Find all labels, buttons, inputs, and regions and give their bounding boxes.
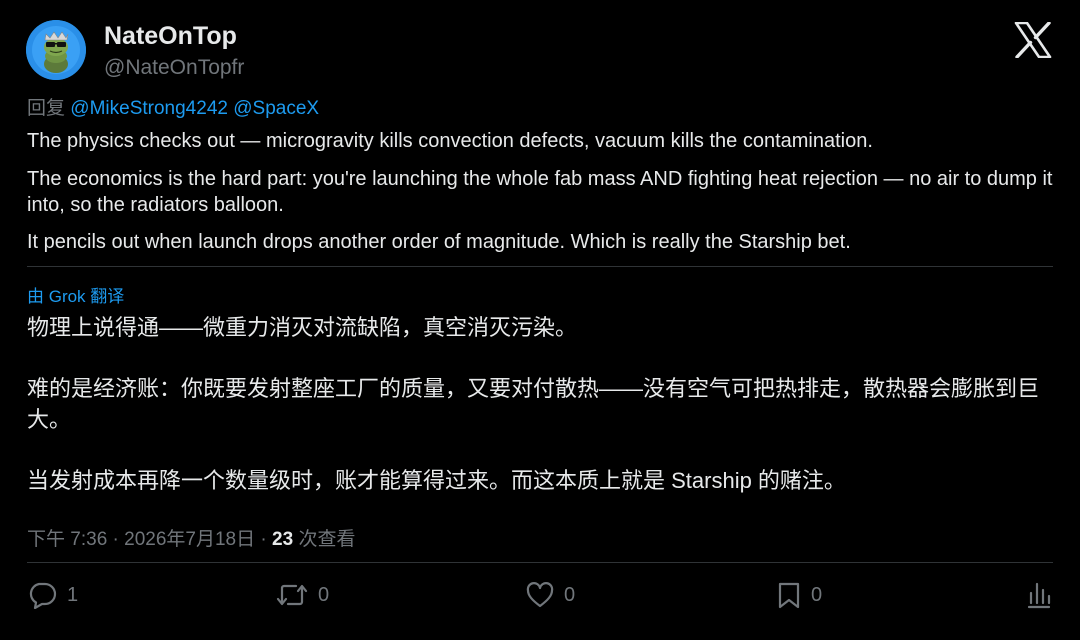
reply-count: 1 [67,583,79,606]
meta-separator: · [260,529,267,550]
mention-link[interactable]: @MikeStrong4242 [70,98,228,119]
views-label: 次查看 [298,529,356,550]
views-count: 23 [272,529,294,550]
post-date[interactable]: 2026年7月18日 [124,529,255,550]
x-logo-icon[interactable] [1014,21,1052,59]
mention-link[interactable]: @SpaceX [233,98,319,119]
repost-button[interactable]: 0 [276,580,329,610]
author-handle[interactable]: @NateOnTopfr [104,56,244,80]
like-count: 0 [564,583,576,606]
post-meta: 下午 7:36 · 2026年7月18日 · 23 次查看 [27,524,355,551]
bookmark-count: 0 [811,583,823,606]
reply-prefix: 回复 [27,98,66,119]
bookmark-icon [777,581,801,609]
repost-count: 0 [318,583,330,606]
divider [27,562,1053,563]
avatar-image [26,20,86,80]
translated-paragraph: 难的是经济账：你既要发射整座工厂的质量，又要对付散热——没有空气可把热排走，散热… [27,376,1040,432]
comment-icon [27,581,57,609]
translated-paragraph: 物理上说得通——微重力消灭对流缺陷，真空消灭污染。 [27,315,578,340]
translated-paragraph: 当发射成本再降一个数量级时，账才能算得过来。而这本质上就是 Starship 的… [27,468,846,493]
post-time[interactable]: 下午 7:36 [27,529,107,550]
meta-separator: · [112,529,119,550]
post-paragraph: The physics checks out — microgravity ki… [27,130,873,152]
reply-button[interactable]: 1 [27,580,78,610]
analytics-button[interactable] [1026,580,1052,610]
avatar[interactable] [26,20,86,80]
bookmark-button[interactable]: 0 [777,580,822,610]
like-button[interactable]: 0 [526,580,575,610]
divider [27,266,1053,267]
post-paragraph: It pencils out when launch drops another… [27,231,851,253]
post-paragraph: The economics is the hard part: you're l… [27,168,1053,216]
repost-icon [276,581,308,609]
heart-icon [526,582,554,608]
translation-label[interactable]: 由 Grok 翻译 [27,282,124,307]
reply-context: 回复 @MikeStrong4242 @SpaceX [27,93,319,120]
author-display-name[interactable]: NateOnTop [104,22,237,51]
analytics-icon [1026,581,1052,609]
